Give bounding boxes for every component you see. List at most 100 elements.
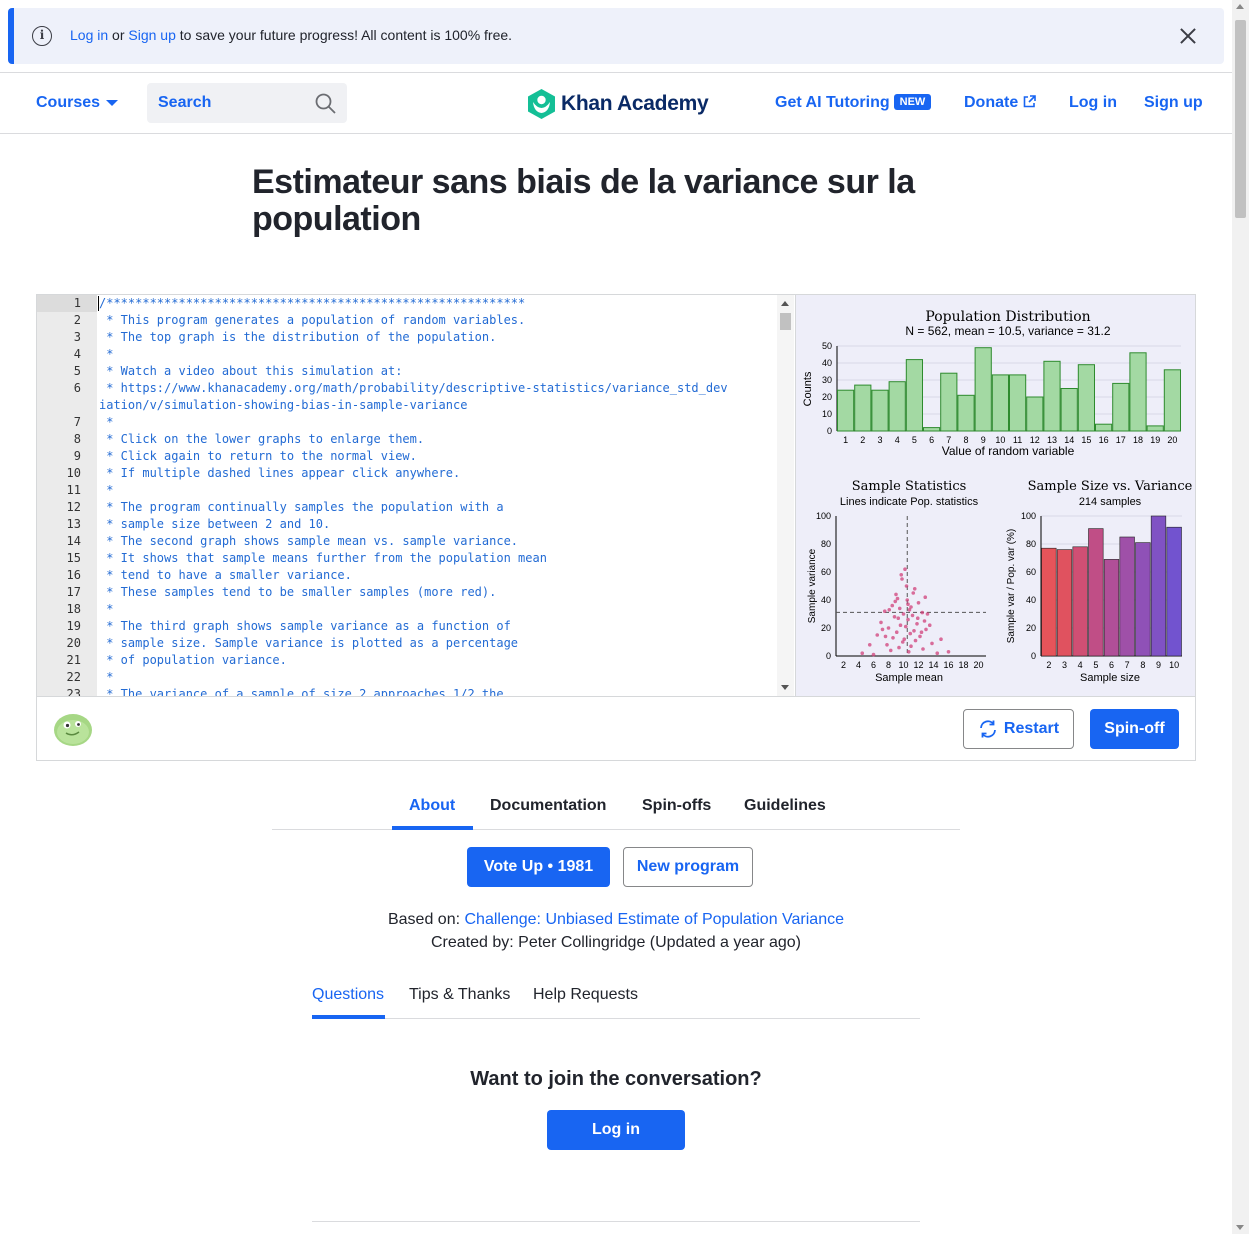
- code-line[interactable]: * The third graph shows sample variance …: [99, 619, 511, 633]
- bar: [1163, 369, 1181, 432]
- tab-help-requests[interactable]: Help Requests: [533, 986, 638, 1004]
- banner-login-link[interactable]: Log in: [70, 27, 108, 43]
- join-conversation-heading: Want to join the conversation?: [470, 1068, 762, 1090]
- text-cursor: [98, 296, 99, 311]
- code-line[interactable]: *: [99, 670, 113, 684]
- scatter-point: [908, 631, 913, 636]
- editor-scroll-up-icon[interactable]: [781, 301, 789, 306]
- scatter-point: [892, 615, 897, 619]
- restart-button[interactable]: Restart: [963, 709, 1074, 749]
- x-tick-label: 5: [912, 435, 917, 445]
- scatter-point: [880, 627, 885, 632]
- scroll-down-icon[interactable]: [1236, 1225, 1244, 1230]
- code-line[interactable]: * It shows that sample means further fro…: [99, 551, 547, 565]
- info-icon: i: [32, 26, 52, 46]
- scroll-up-icon[interactable]: [1236, 4, 1244, 9]
- line-number: 6: [73, 381, 81, 395]
- code-line[interactable]: * If multiple dashed lines appear click …: [99, 466, 460, 480]
- tab-spin-offs[interactable]: Spin-offs: [642, 797, 711, 815]
- bar: [1009, 374, 1027, 432]
- header-login-link[interactable]: Log in: [1069, 94, 1117, 112]
- y-tick-label: 40: [821, 595, 831, 605]
- search-input[interactable]: Search: [147, 83, 347, 123]
- search-icon: [315, 93, 336, 114]
- code-line[interactable]: * This program generates a population of…: [99, 313, 525, 327]
- code-line[interactable]: * Click on the lower graphs to enlarge t…: [99, 432, 424, 446]
- page-scrollbar-thumb[interactable]: [1235, 20, 1246, 218]
- donate-link[interactable]: Donate: [964, 94, 1036, 112]
- based-on-link[interactable]: Challenge: Unbiased Estimate of Populati…: [465, 911, 845, 928]
- page-title-line1: Estimateur sans biais de la variance sur…: [252, 163, 915, 201]
- editor-scrollbar-thumb[interactable]: [780, 313, 791, 330]
- tab-tips-thanks[interactable]: Tips & Thanks: [409, 986, 510, 1004]
- join-login-button[interactable]: Log in: [547, 1110, 685, 1150]
- x-tick-label: 14: [1064, 435, 1074, 445]
- code-line[interactable]: *: [99, 415, 113, 429]
- ai-tutoring-link[interactable]: Get AI Tutoring NEW: [775, 94, 932, 112]
- code-line[interactable]: * The variance of a sample of size 2 app…: [99, 687, 503, 696]
- line-number: 23: [66, 687, 81, 696]
- code-line[interactable]: * tend to have a smaller variance.: [99, 568, 352, 582]
- code-line[interactable]: * of population variance.: [99, 653, 287, 667]
- y-tick-label: 80: [1026, 539, 1036, 549]
- spinoff-button[interactable]: Spin-off: [1090, 709, 1179, 749]
- code-line[interactable]: * The program continually samples the po…: [99, 500, 503, 514]
- line-number: 16: [66, 568, 81, 582]
- program-canvas[interactable]: Population Distribution N = 562, mean = …: [795, 295, 1195, 696]
- khan-academy-logo[interactable]: Khan Academy: [528, 89, 709, 119]
- scatter-point: [883, 634, 888, 639]
- y-tick-label: 40: [1026, 595, 1036, 605]
- page-scrollbar[interactable]: [1232, 0, 1249, 1234]
- vote-up-button[interactable]: Vote Up • 1981: [467, 847, 610, 887]
- code-line[interactable]: *: [99, 347, 113, 361]
- x-tick-label: 9: [1156, 660, 1161, 670]
- program-tabs: About Documentation Spin-offs Guidelines: [272, 784, 960, 830]
- close-icon[interactable]: [1176, 24, 1200, 48]
- size-vs-variance-chart[interactable]: 0 20 40 60 80 100 2 3 4 5 6 7 8 9 10: [1021, 511, 1182, 670]
- bar: [1166, 526, 1182, 657]
- sample-statistics-chart[interactable]: 0 20 40 60 80 100 2 4 6 8 10 12 14 16 18 20: [816, 511, 986, 670]
- tab-questions[interactable]: Questions: [312, 986, 384, 1004]
- editor-scroll-down-icon[interactable]: [781, 685, 789, 690]
- code-line[interactable]: * https://www.khanacademy.org/math/proba…: [99, 381, 727, 395]
- bar: [1095, 423, 1113, 432]
- code-line[interactable]: * These samples tend to be smaller sampl…: [99, 585, 496, 599]
- line-number: 21: [66, 653, 81, 667]
- chart1-xlabel: Value of random variable: [942, 444, 1075, 458]
- banner-rest-text: to save your future progress! All conten…: [179, 27, 513, 43]
- code-editor[interactable]: 1 2 3 4 5 6 7 8 9 10 11 12 13 14 15 16 17 18 19 20 21 22 23 /*…: [37, 295, 794, 696]
- created-by-line: Created by: Peter Collingridge (Updated …: [431, 934, 801, 951]
- bar: [1129, 352, 1147, 432]
- header-signup-link[interactable]: Sign up: [1144, 94, 1203, 112]
- code-line[interactable]: /***************************************…: [99, 296, 525, 310]
- banner-signup-link[interactable]: Sign up: [128, 27, 175, 43]
- editor-scrollbar[interactable]: [777, 295, 794, 696]
- y-tick-label: 20: [822, 392, 832, 402]
- code-line[interactable]: * The top graph is the distribution of t…: [99, 330, 496, 344]
- scatter-point: [930, 641, 934, 646]
- scatter-point: [897, 645, 901, 650]
- code-line[interactable]: * The second graph shows sample mean vs.…: [99, 534, 518, 548]
- code-line[interactable]: *: [99, 483, 113, 497]
- x-tick-label: 18: [958, 660, 968, 670]
- courses-menu[interactable]: Courses: [36, 94, 119, 112]
- tab-about[interactable]: About: [409, 797, 455, 815]
- code-line[interactable]: * Click again to return to the normal vi…: [99, 449, 417, 463]
- code-line[interactable]: * Watch a video about this simulation at…: [99, 364, 402, 378]
- code-line[interactable]: iation/v/simulation-showing-bias-in-samp…: [99, 398, 467, 412]
- chart3-ylabel: Sample var / Pop. var (%): [1006, 529, 1017, 643]
- avatar: [54, 714, 92, 746]
- bar: [1043, 360, 1061, 432]
- scatter-point: [915, 616, 920, 620]
- new-program-button[interactable]: New program: [623, 847, 753, 887]
- scatter-point: [919, 630, 924, 634]
- code-line[interactable]: * sample size. Sample variance is plotte…: [99, 636, 518, 650]
- code-line[interactable]: * sample size between 2 and 10.: [99, 517, 330, 531]
- tab-documentation[interactable]: Documentation: [490, 797, 606, 815]
- line-number: 10: [66, 466, 81, 480]
- scatter-point: [907, 608, 912, 612]
- code-line[interactable]: *: [99, 602, 113, 616]
- scatter-point: [900, 640, 905, 644]
- tab-guidelines[interactable]: Guidelines: [744, 797, 826, 815]
- y-tick-label: 20: [821, 623, 831, 633]
